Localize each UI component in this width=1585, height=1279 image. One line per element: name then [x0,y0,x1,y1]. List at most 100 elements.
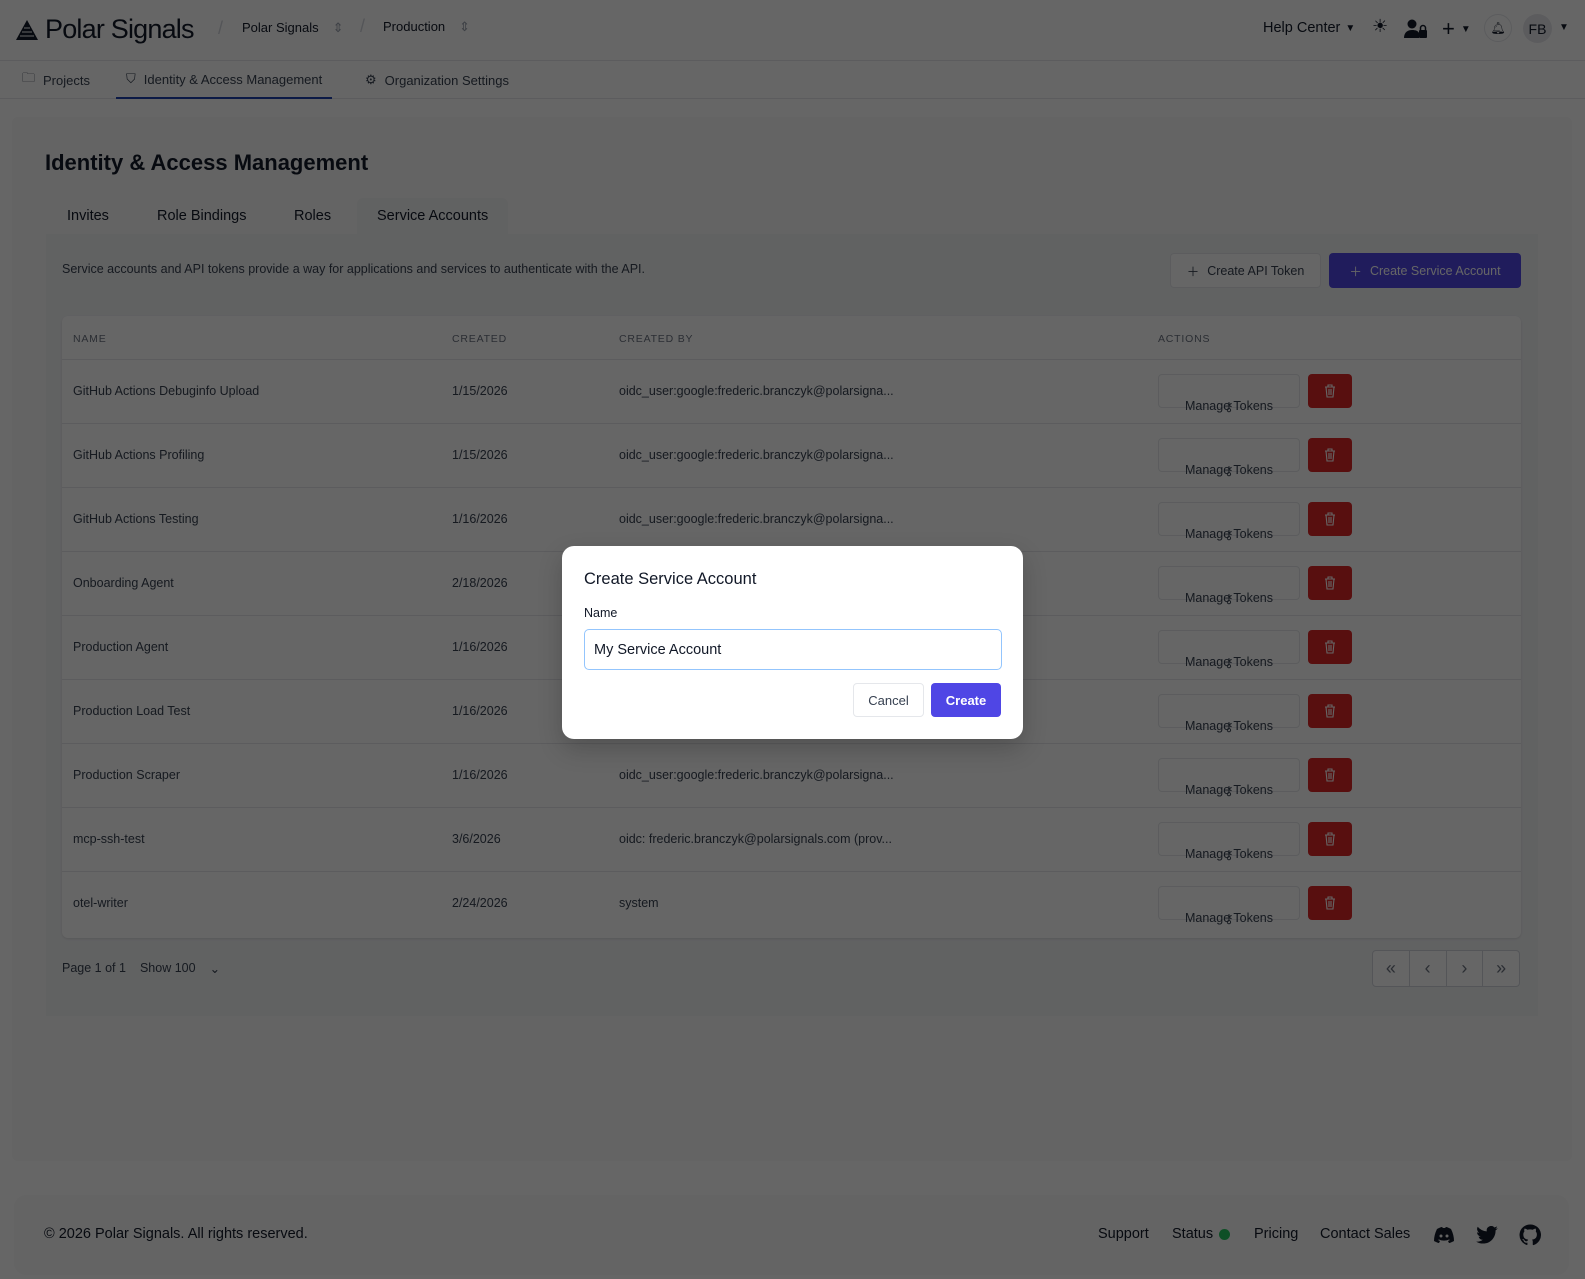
plus-icon: ＋ [1186,265,1200,279]
column-header-created-by: CREATED BY [619,333,694,345]
manage-tokens-button[interactable]: ⚷ Manage Tokens [1158,886,1300,926]
tab-service-accounts[interactable]: Service Accounts [357,198,509,234]
table-row: mcp-ssh-test 3/6/2026 oidc: frederic.bra… [62,807,1521,871]
theme-toggle-sun-icon[interactable]: ☀ [1372,16,1388,37]
caret-down-icon[interactable]: ▼ [1559,22,1569,33]
cell-name: otel-writer [73,896,128,910]
discord-icon[interactable] [1434,1227,1454,1243]
org-name: Polar Signals [242,20,319,35]
brand-name: Polar Signals [45,14,194,44]
folder-icon: 🗀︎ [22,70,36,85]
footer-link-pricing[interactable]: Pricing [1254,1226,1298,1242]
subnav-projects[interactable]: 🗀︎ Projects [22,61,90,99]
footer-link-support[interactable]: Support [1098,1226,1149,1242]
user-lock-icon[interactable] [1404,19,1428,39]
pagination-info: Page 1 of 1 Show 100 ⌄ [62,961,220,976]
delete-button[interactable] [1308,886,1352,920]
delete-button[interactable] [1308,374,1352,408]
cell-created: 1/16/2026 [452,768,508,782]
button-label: Create API Token [1207,263,1305,278]
last-page-icon[interactable]: » [1483,951,1519,986]
subnav-iam[interactable]: ⛉ Identity & Access Management [116,61,333,99]
chevron-down-icon: ⌄ [209,962,221,976]
trash-icon [1325,640,1335,654]
org-switcher[interactable]: Polar Signals ⇕ [242,20,344,36]
button-label: Manage Tokens [1184,847,1274,861]
trash-icon [1325,832,1335,846]
first-page-icon[interactable]: « [1373,951,1410,986]
top-bar: Polar Signals / Polar Signals ⇕ / Product… [0,0,1585,61]
page-indicator: Page 1 of 1 [62,961,126,975]
create-service-account-button[interactable]: ＋ Create Service Account [1329,253,1521,288]
gear-icon: ⚙ [365,72,377,87]
create-service-account-dialog: Create Service Account Name Cancel Creat… [562,546,1023,739]
footer-link-status[interactable]: Status [1172,1226,1231,1242]
manage-tokens-button[interactable]: ⚷ Manage Tokens [1158,822,1300,862]
polar-signals-logo-icon [16,19,38,40]
create-api-token-button[interactable]: ＋ Create API Token [1170,253,1321,288]
page-size-select[interactable]: Show 100 ⌄ [140,961,220,976]
manage-tokens-button[interactable]: ⚷ Manage Tokens [1158,502,1300,542]
dialog-title: Create Service Account [584,570,757,588]
cell-name: GitHub Actions Testing [73,512,199,526]
caret-down-icon: ▼ [1345,23,1356,34]
create-button[interactable]: Create [931,683,1001,717]
cell-created-by: oidc_user:google:frederic.branczyk@polar… [619,512,894,526]
cell-created: 1/16/2026 [452,512,508,526]
plus-icon: ＋ [1349,265,1362,279]
pagination-controls: « ‹ › » [1372,950,1520,987]
twitter-icon[interactable] [1476,1226,1498,1244]
help-center-menu[interactable]: Help Center ▼ [1263,20,1355,36]
column-header-name: NAME [73,333,107,345]
delete-button[interactable] [1308,438,1352,472]
delete-button[interactable] [1308,566,1352,600]
description: Service accounts and API tokens provide … [62,262,645,276]
name-label: Name [584,606,618,620]
name-input[interactable] [584,629,1002,670]
chevron-updown-icon: ⇕ [459,19,471,34]
cell-name: Onboarding Agent [73,576,174,590]
cell-created-by: system [619,896,659,910]
page-size-value: Show 100 [139,961,196,975]
table-row: GitHub Actions Testing 1/16/2026 oidc_us… [62,487,1521,551]
table-row: GitHub Actions Debuginfo Upload 1/15/202… [62,359,1521,423]
manage-tokens-button[interactable]: ⚷ Manage Tokens [1158,438,1300,478]
next-page-icon[interactable]: › [1447,951,1484,986]
subnav-label: Projects [43,72,90,88]
cancel-button[interactable]: Cancel [853,683,924,717]
tab-role-bindings[interactable]: Role Bindings [137,198,266,234]
delete-button[interactable] [1308,758,1352,792]
manage-tokens-button[interactable]: ⚷ Manage Tokens [1158,566,1300,606]
cell-created: 3/6/2026 [452,832,501,846]
chevron-updown-icon: ⇕ [332,20,344,35]
cell-name: Production Load Test [73,704,191,718]
cell-created: 1/15/2026 [452,448,508,462]
delete-button[interactable] [1308,630,1352,664]
avatar[interactable]: FB [1523,14,1552,43]
logo[interactable]: Polar Signals [15,14,194,45]
previous-page-icon[interactable]: ‹ [1410,951,1447,986]
delete-button[interactable] [1308,822,1352,856]
separator: / [360,16,366,36]
button-label: Manage Tokens [1184,527,1274,541]
status-label: Status [1172,1226,1214,1242]
notifications-bell-icon[interactable]: 🔔︎ [1484,14,1512,42]
tab-roles[interactable]: Roles [274,198,351,234]
cell-name: mcp-ssh-test [73,832,145,846]
subnav-organization-settings[interactable]: ⚙ Organization Settings [365,61,509,99]
delete-button[interactable] [1308,694,1352,728]
create-menu[interactable]: + ▼ [1442,16,1471,42]
trash-icon [1325,768,1335,782]
footer-link-contact-sales[interactable]: Contact Sales [1320,1226,1410,1242]
delete-button[interactable] [1308,502,1352,536]
github-icon[interactable] [1519,1224,1541,1246]
project-switcher[interactable]: Production ⇕ [383,19,470,35]
table-row: Production Scraper 1/16/2026 oidc_user:g… [62,743,1521,807]
tab-invites[interactable]: Invites [47,198,129,234]
manage-tokens-button[interactable]: ⚷ Manage Tokens [1158,694,1300,734]
manage-tokens-button[interactable]: ⚷ Manage Tokens [1158,630,1300,670]
trash-icon [1325,896,1335,910]
manage-tokens-button[interactable]: ⚷ Manage Tokens [1158,374,1300,414]
manage-tokens-button[interactable]: ⚷ Manage Tokens [1158,758,1300,798]
plus-icon: + [1442,16,1455,41]
